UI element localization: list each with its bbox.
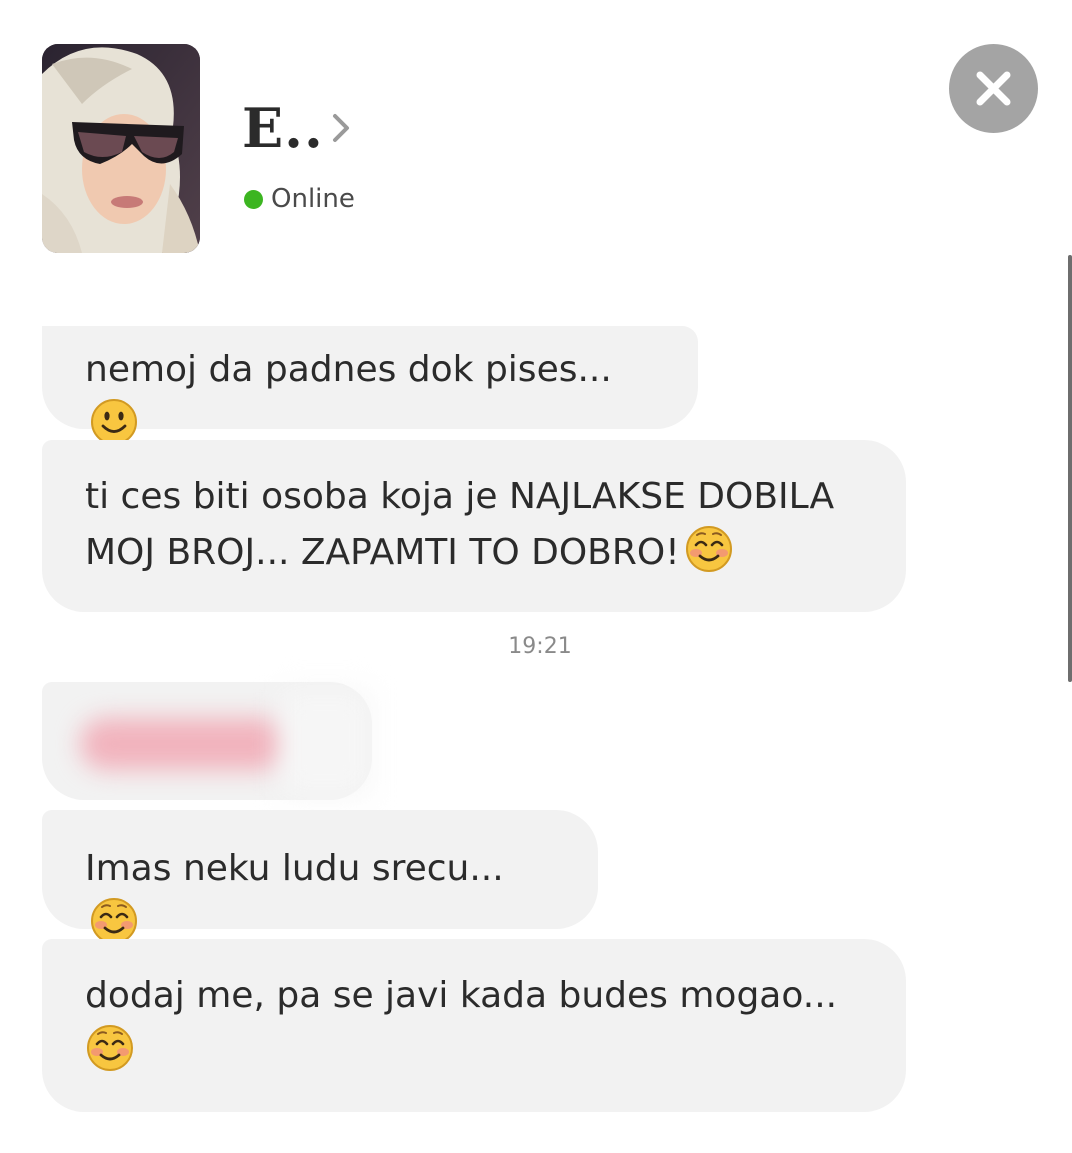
- redaction-fade: [280, 690, 370, 795]
- blushing-face-icon: [85, 1023, 135, 1073]
- message-text: nemoj da padnes dok pises...: [85, 349, 612, 390]
- avatar-photo: [42, 44, 200, 253]
- close-icon: [976, 71, 1011, 106]
- message-bubble: dodaj me, pa se javi kada budes mogao...: [42, 939, 906, 1112]
- redacted-text: [80, 718, 290, 770]
- scrollbar[interactable]: [1068, 255, 1072, 682]
- close-button[interactable]: [949, 44, 1038, 133]
- online-status-label: Online: [271, 184, 355, 214]
- online-status-dot: [244, 190, 263, 209]
- chat-screen: E.. Online nemoj da padnes dok pises... …: [0, 0, 1072, 1153]
- message-bubble: nemoj da padnes dok pises...: [42, 326, 698, 445]
- blushing-face-icon: [684, 524, 734, 574]
- message-text: dodaj me, pa se javi kada budes mogao...: [85, 975, 838, 1016]
- message-text: Imas neku ludu srecu...: [85, 848, 504, 889]
- chevron-right-icon[interactable]: [328, 110, 354, 146]
- message-timestamp: 19:21: [508, 634, 572, 659]
- message-bubble: Imas neku ludu srecu...: [42, 810, 598, 944]
- avatar[interactable]: [42, 44, 200, 253]
- contact-name[interactable]: E..: [242, 96, 324, 160]
- message-bubble: ti ces biti osoba koja je NAJLAKSE DOBIL…: [42, 440, 906, 612]
